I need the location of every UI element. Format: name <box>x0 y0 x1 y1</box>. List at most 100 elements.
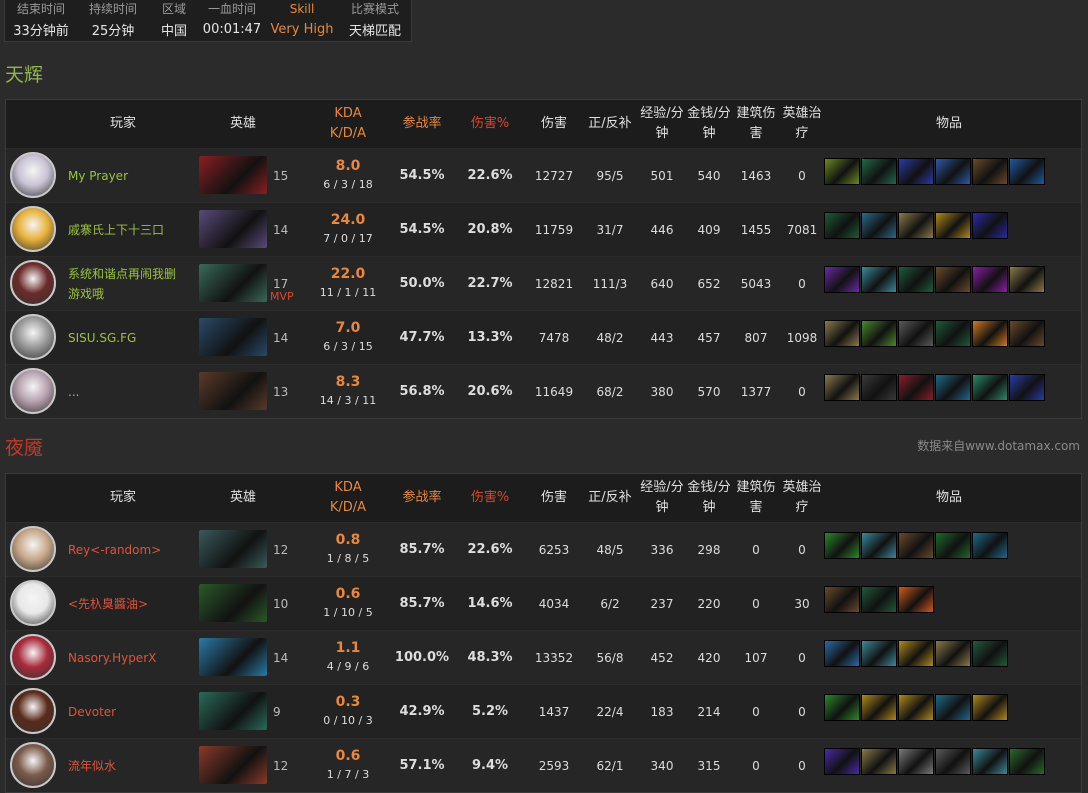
player-avatar[interactable] <box>10 742 56 788</box>
item-icon[interactable] <box>861 374 897 401</box>
player-avatar[interactable] <box>10 152 56 198</box>
item-icon[interactable] <box>972 748 1008 775</box>
tower-damage-value: 5043 <box>740 276 772 291</box>
hero-portrait[interactable] <box>199 530 267 568</box>
item-icon[interactable] <box>935 266 971 293</box>
item-icon[interactable] <box>861 640 897 667</box>
item-icon[interactable] <box>972 266 1008 293</box>
item-icon[interactable] <box>972 640 1008 667</box>
item-icon[interactable] <box>898 694 934 721</box>
item-icon[interactable] <box>1009 320 1045 347</box>
item-icon[interactable] <box>824 532 860 559</box>
item-icon[interactable] <box>861 320 897 347</box>
hero-portrait[interactable] <box>199 264 267 302</box>
player-avatar[interactable] <box>10 368 56 414</box>
player-name-link[interactable]: 流年似水 <box>68 739 183 792</box>
item-icon[interactable] <box>898 748 934 775</box>
item-icon[interactable] <box>935 212 971 239</box>
player-name-link[interactable]: Nasory.HyperX <box>68 631 183 684</box>
item-icon[interactable] <box>898 158 934 185</box>
item-icon[interactable] <box>861 266 897 293</box>
gpm-value: 315 <box>697 758 721 773</box>
hero-portrait[interactable] <box>199 584 267 622</box>
hero-portrait[interactable] <box>199 372 267 410</box>
player-name-link[interactable]: 戚寨氏上下十三口 <box>68 203 183 256</box>
player-avatar[interactable] <box>10 260 56 306</box>
item-icon[interactable] <box>935 748 971 775</box>
item-icon[interactable] <box>861 748 897 775</box>
item-icon[interactable] <box>898 374 934 401</box>
hero-portrait[interactable] <box>199 156 267 194</box>
item-icon[interactable] <box>898 266 934 293</box>
header-kda-text: KDA K/D/A <box>330 478 366 518</box>
player-name-link[interactable]: ... <box>68 365 183 418</box>
radiant-title: 天辉 <box>5 64 44 86</box>
player-name-link[interactable]: <先杁臭醬油> <box>68 577 183 630</box>
item-icon[interactable] <box>824 212 860 239</box>
hero-portrait[interactable] <box>199 318 267 356</box>
player-avatar[interactable] <box>10 634 56 680</box>
item-icon[interactable] <box>824 374 860 401</box>
hero-level: 10 <box>273 596 289 611</box>
item-icon[interactable] <box>824 694 860 721</box>
item-icon[interactable] <box>824 586 860 613</box>
hero-portrait[interactable] <box>199 638 267 676</box>
item-icon[interactable] <box>972 212 1008 239</box>
item-icon[interactable] <box>935 320 971 347</box>
item-icon[interactable] <box>898 532 934 559</box>
item-icon[interactable] <box>972 320 1008 347</box>
player-avatar[interactable] <box>10 580 56 626</box>
item-icon[interactable] <box>824 266 860 293</box>
item-icon[interactable] <box>1009 158 1045 185</box>
player-name-link[interactable]: Devoter <box>68 685 183 738</box>
kda-cell: 0.6 1 / 10 / 5 <box>308 584 388 622</box>
hero-portrait[interactable] <box>199 210 267 248</box>
player-name-link[interactable]: Rey<-random> <box>68 523 183 576</box>
item-icon[interactable] <box>1009 748 1045 775</box>
item-icon[interactable] <box>898 320 934 347</box>
item-icon[interactable] <box>824 640 860 667</box>
player-name-link[interactable]: SISU.SG.FG <box>68 311 183 364</box>
player-name-link[interactable]: 系统和谐点再闹我删游戏哦 <box>68 257 183 310</box>
item-icon[interactable] <box>935 640 971 667</box>
player-avatar[interactable] <box>10 526 56 572</box>
item-icon[interactable] <box>972 158 1008 185</box>
data-source-text: 数据来自www.dotamax.com <box>917 439 1080 453</box>
hero-portrait[interactable] <box>199 692 267 730</box>
tower-damage-value: 0 <box>752 542 760 557</box>
item-icon[interactable] <box>861 212 897 239</box>
hero-portrait[interactable] <box>199 746 267 784</box>
participation-value: 85.7% <box>399 542 445 557</box>
xpm-value: 336 <box>650 542 674 557</box>
header-damage-pct: 伤害% <box>470 116 510 131</box>
item-icon[interactable] <box>935 694 971 721</box>
damage-percent-value: 20.6% <box>467 384 513 399</box>
item-icon[interactable] <box>972 532 1008 559</box>
item-icon[interactable] <box>861 586 897 613</box>
item-icon[interactable] <box>972 374 1008 401</box>
item-icon[interactable] <box>972 694 1008 721</box>
player-avatar[interactable] <box>10 688 56 734</box>
item-icon[interactable] <box>861 532 897 559</box>
item-icon[interactable] <box>1009 374 1045 401</box>
item-icon[interactable] <box>861 694 897 721</box>
item-icon[interactable] <box>935 532 971 559</box>
item-icon[interactable] <box>861 158 897 185</box>
item-icon[interactable] <box>1009 266 1045 293</box>
item-icon[interactable] <box>898 640 934 667</box>
item-icon[interactable] <box>935 374 971 401</box>
player-avatar[interactable] <box>10 314 56 360</box>
item-icon[interactable] <box>824 748 860 775</box>
damage-value: 11649 <box>534 384 574 399</box>
radiant-table-header: 玩家 英雄 KDA K/D/A 参战率 伤害% 伤害 正/反补 经验/分钟 金钱/分钟 建筑伤害 英雄… <box>6 100 1081 148</box>
player-name-link[interactable]: My Prayer <box>68 149 183 202</box>
player-avatar[interactable] <box>10 206 56 252</box>
header-hero: 英雄 <box>229 116 256 131</box>
item-icon[interactable] <box>935 158 971 185</box>
kda-detail: 6 / 3 / 18 <box>323 178 373 191</box>
item-icon[interactable] <box>824 320 860 347</box>
item-icon[interactable] <box>898 586 934 613</box>
item-icon[interactable] <box>898 212 934 239</box>
hero-level: 13 <box>273 384 289 399</box>
item-icon[interactable] <box>824 158 860 185</box>
